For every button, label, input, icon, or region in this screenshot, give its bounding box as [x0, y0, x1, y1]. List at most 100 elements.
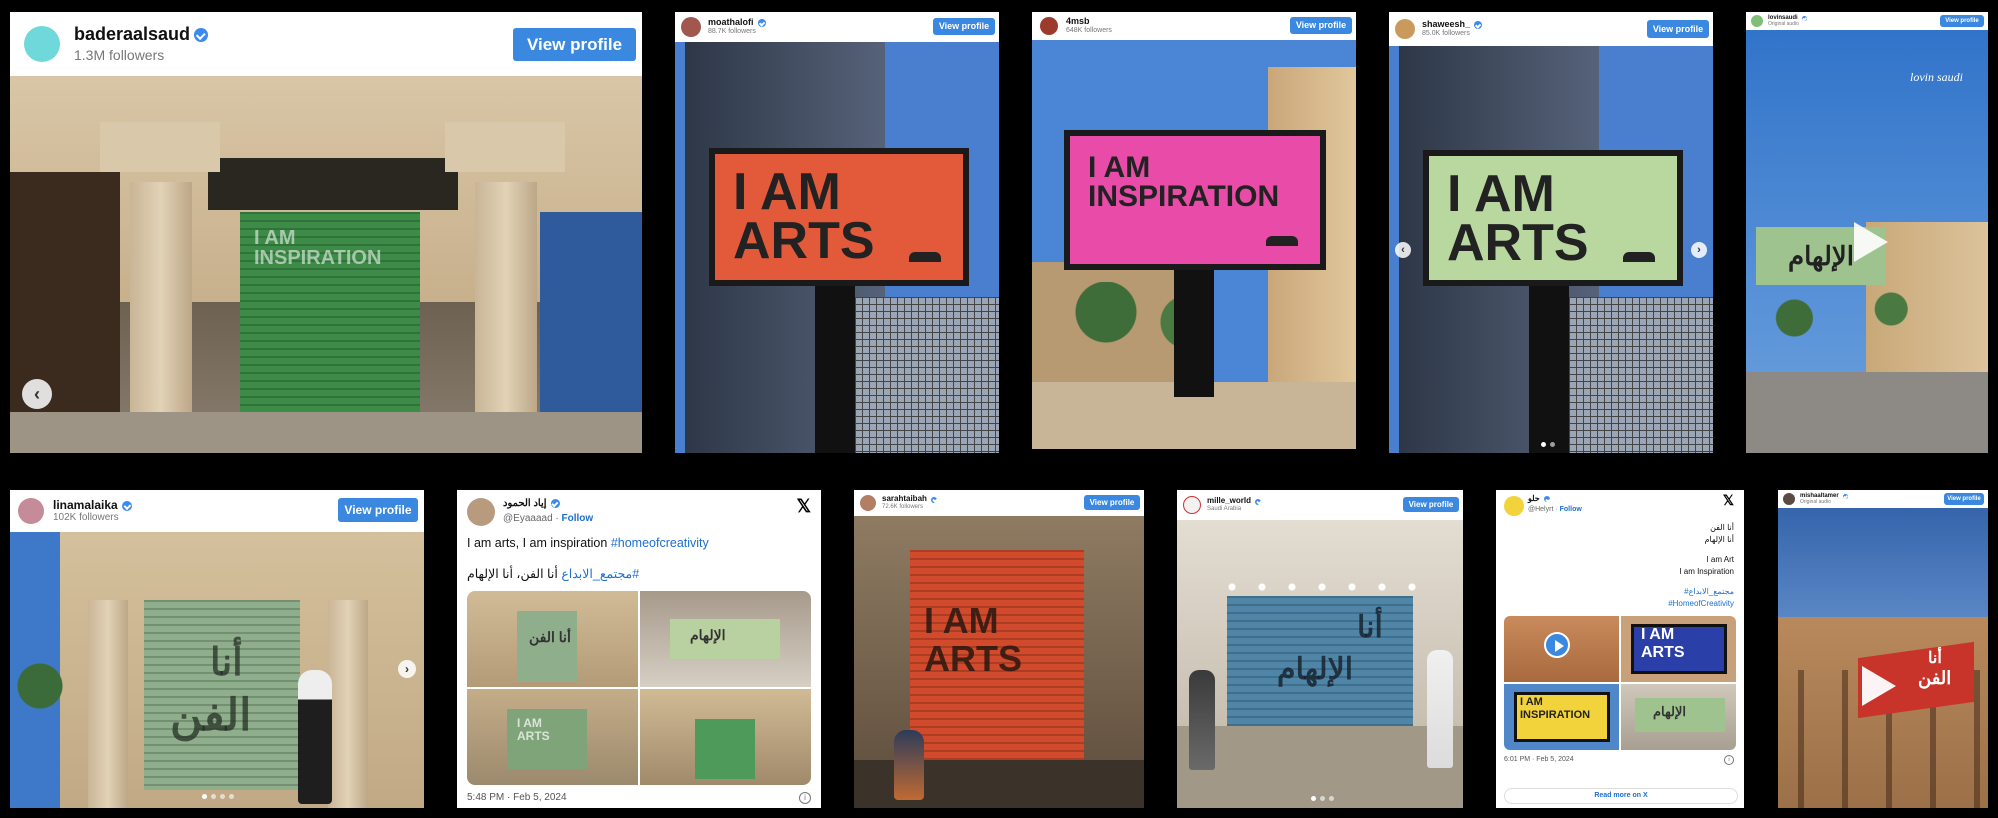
shutter-arabic-line-1: أنا [210, 642, 243, 684]
tweet-ar-line-1: أنا الفن [1710, 523, 1734, 532]
avatar[interactable] [1504, 496, 1524, 516]
sign-post [1174, 267, 1214, 397]
author-name[interactable]: حلو [1528, 494, 1540, 504]
tweet-card-helyrt: حلو @Helyrt · Follow 𝕏 أنا الفن أنا الإل… [1496, 490, 1744, 808]
avatar[interactable] [24, 26, 60, 62]
post-header: 4msb 648K followers View profile [1032, 12, 1356, 40]
avatar[interactable] [1783, 493, 1795, 505]
follow-link[interactable]: Follow [562, 513, 594, 524]
view-profile-button[interactable]: View profile [513, 28, 636, 61]
username[interactable]: mille_world [1207, 496, 1251, 506]
read-more-button[interactable]: Read more on X [1504, 788, 1738, 804]
view-profile-button[interactable]: View profile [1944, 493, 1984, 505]
verified-badge-icon [1255, 498, 1262, 505]
watermark-logo: lovin saudi [1910, 70, 1963, 84]
shutter-line-2: ARTS [924, 638, 1022, 679]
username[interactable]: moathalofi [708, 17, 754, 28]
view-profile-button[interactable]: View profile [933, 18, 995, 35]
child-figure [894, 730, 924, 800]
tweet-timestamp[interactable]: 6:01 PM · Feb 5, 2024 [1504, 756, 1574, 763]
pedestrian-left [1189, 670, 1215, 770]
media-tile[interactable]: I AM ARTS [1621, 616, 1736, 682]
tile-text-line-2: INSPIRATION [1520, 709, 1591, 721]
tile-text: أنا الفن [529, 629, 571, 645]
tile-text-line-1: I AM [1641, 626, 1675, 643]
verified-badge-icon [930, 496, 937, 503]
hashtag-ar[interactable]: #مجتمع_الابداع [1668, 586, 1734, 598]
billboard: I AM ARTS [1423, 150, 1683, 286]
verified-badge-icon [121, 500, 132, 511]
username[interactable]: 4msb [1066, 16, 1090, 27]
hashtag-en[interactable]: #homeofcreativity [611, 536, 709, 550]
avatar[interactable] [18, 498, 44, 524]
column-left [88, 600, 128, 808]
username[interactable]: shaweesh_ [1422, 19, 1470, 30]
x-logo-icon[interactable]: 𝕏 [1723, 492, 1734, 509]
post-card-mille-world: mille_world Saudi Arabia View profile أن… [1177, 490, 1463, 808]
tile-text: I AM ARTS [517, 716, 550, 744]
verified-badge-icon [1474, 21, 1483, 30]
author-name[interactable]: إياد الحمود [503, 498, 547, 509]
view-profile-button[interactable]: View profile [1647, 20, 1709, 38]
info-icon[interactable]: i [799, 792, 811, 804]
verified-badge-icon [1801, 15, 1807, 21]
media-tile[interactable]: I AM ARTS [467, 689, 638, 785]
avatar[interactable] [1751, 15, 1763, 27]
x-logo-icon[interactable]: 𝕏 [796, 496, 811, 517]
audio-label: Original audio [1768, 20, 1799, 27]
play-icon[interactable] [1862, 666, 1896, 706]
billboard: I AM INSPIRATION [1064, 130, 1326, 270]
media-tile[interactable] [1504, 616, 1619, 682]
view-profile-button[interactable]: View profile [338, 498, 418, 522]
avatar[interactable] [860, 495, 876, 511]
avatar[interactable] [467, 498, 495, 526]
shutter-arabic-line-1: أنا [1357, 611, 1383, 644]
right-shutter-blue [540, 212, 642, 412]
tile-text: الإلهام [1653, 704, 1686, 719]
author-handle[interactable]: @Eyaaaad [503, 513, 553, 524]
view-profile-button[interactable]: View profile [1290, 17, 1352, 34]
username[interactable]: baderaalsaud [74, 24, 190, 45]
play-icon[interactable] [1854, 222, 1888, 262]
sign-arabic-line-2: الفن [1918, 668, 1952, 688]
prev-arrow-button[interactable]: ‹ [1395, 242, 1411, 258]
username[interactable]: linamalaika [53, 498, 118, 512]
next-arrow-button[interactable]: › [1691, 242, 1707, 258]
next-arrow-button[interactable]: › [398, 660, 416, 678]
follow-link[interactable]: Follow [1560, 506, 1582, 513]
media-tile[interactable]: I AM INSPIRATION [1504, 684, 1619, 750]
view-profile-button[interactable]: View profile [1403, 497, 1459, 512]
media-tile[interactable]: الإلهام [1621, 684, 1736, 750]
avatar[interactable] [1395, 19, 1415, 39]
tweet-timestamp[interactable]: 5:48 PM · Feb 5, 2024 [467, 792, 567, 803]
hashtag-en[interactable]: #HomeofCreativity [1668, 598, 1734, 610]
media-tile[interactable]: الإلهام [640, 591, 811, 687]
carousel-dots [1541, 442, 1555, 447]
sign-post [1529, 282, 1569, 453]
hashtag-ar[interactable]: #مجتمع_الابداع [561, 567, 639, 581]
sign-arabic-line-1: أنا [1928, 650, 1942, 667]
audio-label: Original audio [1800, 498, 1831, 505]
shutter-text: I AM INSPIRATION [254, 227, 382, 269]
post-card-sarahtaibah: sarahtaibah 72.6K followers View profile… [854, 490, 1144, 808]
author-handle[interactable]: @Helyrt [1528, 506, 1553, 513]
prev-arrow-button[interactable]: ‹ [22, 379, 52, 409]
media-tile[interactable] [640, 689, 811, 785]
sign-line-1: I AM [1447, 165, 1555, 223]
tweet-media-grid[interactable]: أنا الفن الإلهام I AM ARTS [467, 591, 811, 785]
media-tile[interactable]: أنا الفن [467, 591, 638, 687]
username[interactable]: sarahtaibah [882, 494, 927, 504]
view-profile-button[interactable]: View profile [1084, 495, 1140, 510]
info-icon[interactable]: i [1724, 755, 1734, 765]
post-header: mishaaltamer Original audio View profile [1778, 490, 1988, 508]
view-profile-button[interactable]: View profile [1940, 15, 1984, 27]
post-card-shaweesh: shaweesh_ 85.0K followers View profile I… [1389, 12, 1713, 453]
avatar[interactable] [681, 17, 701, 37]
avatar[interactable] [1040, 17, 1058, 35]
post-header: baderaalsaud 1.3M followers View profile [10, 12, 642, 76]
location[interactable]: Saudi Arabia [1207, 506, 1261, 513]
tweet-media-grid[interactable]: I AM ARTS I AM INSPIRATION الإلهام [1504, 616, 1736, 750]
play-button-icon[interactable] [1544, 632, 1570, 658]
avatar[interactable] [1183, 496, 1201, 514]
post-card-linamalaika: linamalaika 102K followers View profile … [10, 490, 424, 808]
